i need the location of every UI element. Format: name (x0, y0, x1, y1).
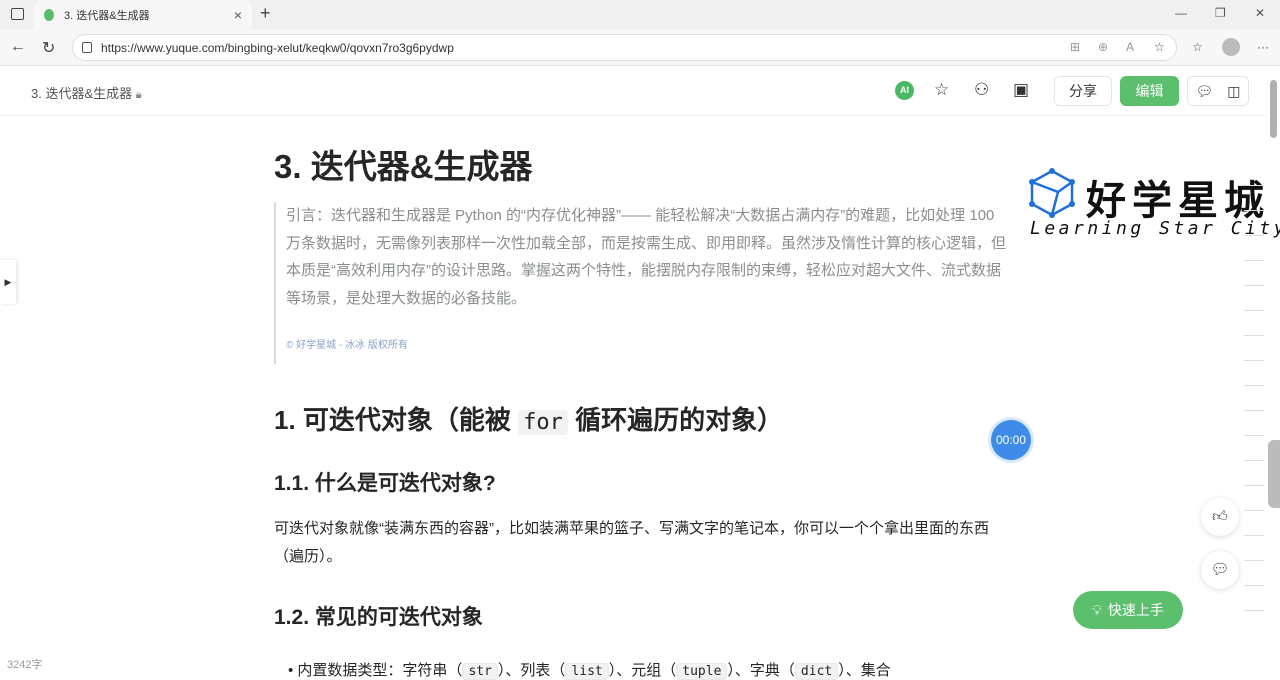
side-handle[interactable] (1268, 440, 1280, 508)
timer-badge[interactable]: 00:00 (991, 420, 1031, 460)
lightbulb-icon: 💡︎ (1092, 601, 1102, 618)
doc-header: 3. 迭代器&生成器 🔒︎ AI ☆ ⚇ ▣ 分享 编辑 💬︎ ◫ (0, 66, 1266, 116)
add-collaborator-icon[interactable]: ⚇ (974, 80, 989, 100)
present-icon[interactable]: ▣ (1013, 80, 1029, 100)
inline-code: dict (794, 662, 839, 680)
breadcrumb[interactable]: 3. 迭代器&生成器 🔒︎ (31, 83, 142, 102)
heading-1-2: 1.2. 常见的可迭代对象 (274, 605, 483, 629)
like-button[interactable]: 👍︎ (1201, 498, 1239, 536)
breadcrumb-title: 3. 迭代器&生成器 (31, 86, 133, 101)
toc-outline[interactable] (1244, 185, 1264, 635)
logo-cube-icon (1029, 168, 1075, 218)
back-icon[interactable]: ← (10, 38, 26, 56)
ai-button[interactable]: AI (895, 81, 914, 100)
profile-avatar[interactable] (1222, 38, 1240, 56)
browser-tab-bar: 3. 迭代器&生成器 × + — ❐ ✕ (0, 0, 1280, 30)
learning-star-city-logo: 好学星城 Learning Star City (1028, 168, 1280, 239)
heading-text: 1. 可迭代对象（能被 (274, 404, 519, 435)
yuque-favicon-icon (44, 9, 54, 21)
url-text: https://www.yuque.com/bingbing-xelut/keq… (101, 40, 454, 55)
close-window-icon[interactable]: ✕ (1255, 6, 1265, 20)
word-count: 3242字 (7, 659, 43, 671)
edit-button[interactable]: 编辑 (1120, 76, 1179, 106)
browser-tab[interactable]: 3. 迭代器&生成器 × (34, 0, 252, 30)
minimize-icon[interactable]: — (1175, 6, 1187, 20)
copyright: © 好学星城 - 冰冰 版权所有 (286, 340, 408, 351)
quick-start-label: 快速上手 (1107, 602, 1164, 618)
comment-button[interactable]: 💬︎ (1201, 551, 1239, 589)
url-input[interactable]: https://www.yuque.com/bingbing-xelut/keq… (72, 34, 1177, 61)
share-button[interactable]: 分享 (1054, 76, 1112, 106)
scrollbar-thumb[interactable] (1270, 80, 1277, 138)
inline-code: list (565, 662, 609, 680)
doc-title: 3. 迭代器&生成器 (274, 148, 533, 185)
new-tab-icon[interactable]: + (260, 3, 271, 24)
star-icon[interactable]: ☆ (934, 80, 949, 100)
more-icon[interactable]: ··· (1257, 40, 1269, 54)
heading-1-1: 1.1. 什么是可迭代对象? (274, 471, 496, 495)
panel-buttons: 💬︎ ◫ (1187, 76, 1249, 106)
quick-start-button[interactable]: 💡︎ 快速上手 (1073, 591, 1183, 629)
inline-code: tuple (676, 662, 728, 680)
paragraph: 可迭代对象就像“装满东西的容器”，比如装满苹果的篮子、写满文字的笔记本，你可以一… (274, 519, 989, 565)
app-icon[interactable]: ⊞ (1070, 40, 1080, 54)
comment-icon[interactable]: 💬︎ (1195, 83, 1213, 100)
read-aloud-icon[interactable]: A (1126, 40, 1134, 54)
close-tab-icon[interactable]: × (234, 7, 242, 23)
inline-code: str (462, 662, 498, 680)
restore-icon[interactable]: ❐ (1215, 6, 1226, 20)
logo-en-text: Learning Star City (1030, 218, 1280, 239)
inline-code: for (518, 409, 568, 435)
lock-icon: 🔒︎ (135, 89, 142, 101)
sidebar-toggle-icon[interactable] (11, 8, 24, 20)
heading-text: 循环遍历的对象） (567, 404, 784, 435)
list-item: • 内置数据类型：字符串（ str ）、列表（ list ）、元组（ tuple ）、字典（… (288, 661, 891, 680)
heading-1: 1. 可迭代对象（能被 for 循环遍历的对象） (274, 400, 1009, 437)
favorite-icon[interactable]: ☆ (1154, 40, 1165, 54)
expand-sidebar-icon[interactable]: ▶ (0, 260, 16, 304)
zoom-icon[interactable]: ⊕ (1098, 40, 1108, 54)
lock-icon (82, 42, 92, 53)
document-body: 3. 迭代器&生成器 引言：迭代器和生成器是 Python 的“内存优化神器”—… (274, 140, 1009, 680)
intro-quote: 引言：迭代器和生成器是 Python 的“内存优化神器”—— 能轻松解决“大数据… (274, 202, 1009, 364)
favorites-list-icon[interactable]: ☆ (1192, 40, 1203, 54)
address-bar-row: ← ↻ https://www.yuque.com/bingbing-xelut… (0, 30, 1280, 66)
tab-title: 3. 迭代器&生成器 (64, 10, 150, 22)
refresh-icon[interactable]: ↻ (42, 38, 55, 58)
copyright-text: 好学星城 - 冰冰 版权所有 (296, 340, 408, 351)
quote-text: 引言：迭代器和生成器是 Python 的“内存优化神器”—— 能轻松解决“大数据… (286, 207, 1007, 307)
side-panel-icon[interactable]: ◫ (1227, 83, 1240, 100)
